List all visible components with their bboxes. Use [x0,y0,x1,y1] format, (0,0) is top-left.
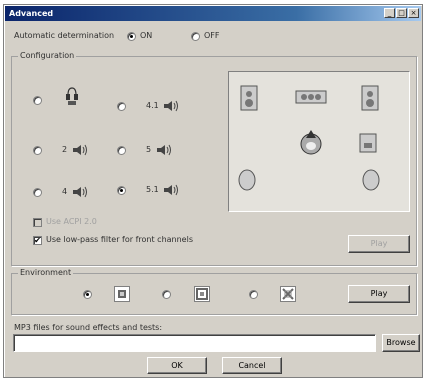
center-speaker-icon [295,90,327,104]
advanced-dialog: Advanced _ □ × Automatic determination O… [3,4,423,378]
close-button[interactable]: × [408,8,419,18]
environment-2-icon [194,286,210,302]
config-4-1-label: 4.1 [146,101,159,110]
config-5-1-radio[interactable] [117,186,126,195]
mp3-path-input[interactable] [13,334,376,352]
lowpass-checkbox[interactable]: ✔ [33,236,42,245]
auto-detect-label: Automatic determination [14,31,115,40]
config-4-radio[interactable] [33,188,42,197]
config-headphone-radio[interactable] [33,96,42,105]
speaker-icon [157,144,171,156]
minimize-button[interactable]: _ [384,8,395,18]
auto-detect-off-radio[interactable] [191,32,200,41]
config-5-radio[interactable] [117,146,126,155]
config-2-radio[interactable] [33,146,42,155]
acpi-checkbox[interactable] [33,218,42,227]
speaker-layout-diagram [238,85,380,191]
config-4-1-radio[interactable] [117,102,126,111]
speaker-icon [164,184,178,196]
lowpass-checkbox-label: Use low-pass filter for front channels [46,235,193,244]
acpi-checkbox-label: Use ACPI 2.0 [46,217,97,226]
window-title: Advanced [9,9,54,18]
title-bar: Advanced _ □ × [5,6,421,21]
front-right-speaker-icon [361,85,379,111]
config-5-1-label: 5.1 [146,185,159,194]
config-2-label: 2 [62,145,68,154]
environment-title: Environment [18,268,74,277]
headphone-icon [66,87,78,105]
front-left-speaker-icon [240,85,258,111]
environment-option-3-radio[interactable] [249,290,258,299]
speaker-icon [73,144,87,156]
environment-3-icon [280,286,296,302]
ok-button[interactable]: OK [147,357,207,374]
maximize-button[interactable]: □ [396,8,407,18]
auto-detect-off-label: OFF [204,31,220,40]
speaker-icon [164,100,178,112]
config-play-button[interactable]: Play [348,235,410,253]
environment-1-icon [114,286,130,302]
rear-left-speaker-icon [238,169,256,191]
environment-option-1-radio[interactable] [83,290,92,299]
environment-play-button[interactable]: Play [348,285,410,303]
speaker-icon [73,186,87,198]
configuration-title: Configuration [18,51,77,60]
auto-detect-on-radio[interactable] [127,32,136,41]
config-4-label: 4 [62,187,68,196]
listener-icon [300,130,322,155]
environment-option-2-radio[interactable] [162,290,171,299]
cancel-button[interactable]: Cancel [222,357,282,374]
mp3-label: MP3 files for sound effects and tests: [14,323,163,332]
config-5-label: 5 [146,145,152,154]
auto-detect-on-label: ON [140,31,153,40]
subwoofer-icon [359,133,377,153]
rear-right-speaker-icon [362,169,380,191]
browse-button[interactable]: Browse [382,334,420,352]
speaker-preview [228,71,410,212]
